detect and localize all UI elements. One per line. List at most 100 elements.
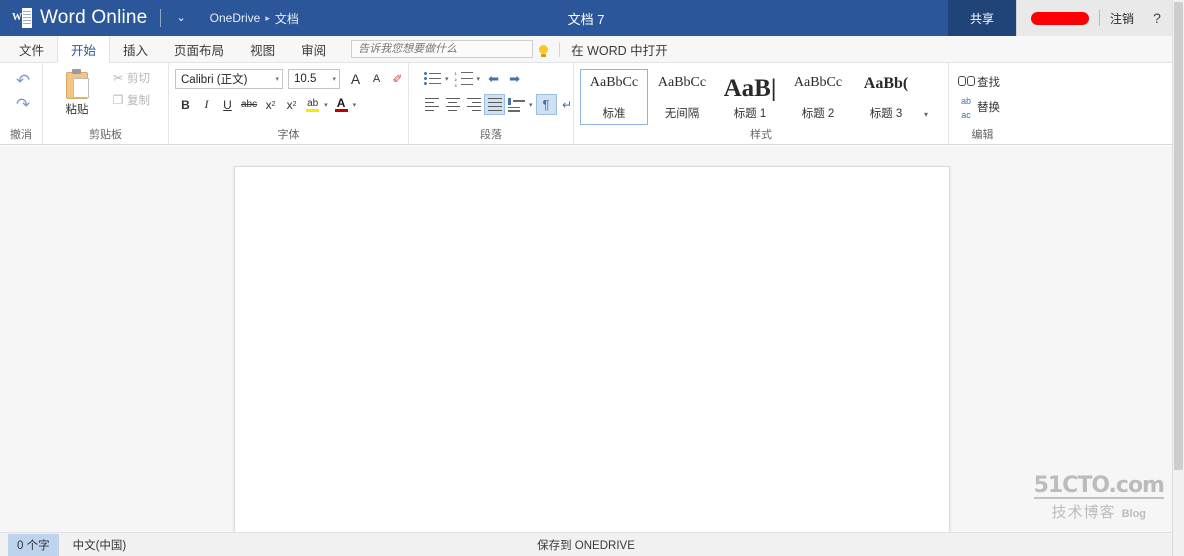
style-item-heading-1[interactable]: AaB| 标题 1 [716, 69, 784, 125]
status-bar: 保存到 ONEDRIVE 0 个字 中文(中国) [0, 532, 1172, 556]
redo-icon[interactable]: ↷ [10, 93, 36, 117]
paste-icon [64, 69, 90, 99]
clear-formatting-icon[interactable]: ✐ [387, 68, 408, 89]
style-item-heading-3[interactable]: AaBb( 标题 3 [852, 69, 920, 125]
brand-name: Word Online [40, 7, 148, 28]
undo-group-label: 撤消 [10, 129, 32, 141]
word-count[interactable]: 0 个字 [8, 533, 59, 556]
font-group-body: Calibri (正文) ▾ 10.5 ▾ A A ✐ B I U abc x … [175, 67, 403, 128]
save-status: 保存到 ONEDRIVE [537, 539, 635, 552]
tab-page-layout[interactable]: 页面布局 [161, 36, 237, 62]
browser-scrollbar[interactable] [1172, 0, 1184, 556]
undo-group-body: ↶ ↷ [6, 67, 36, 128]
tab-file[interactable]: 文件 [6, 36, 57, 62]
bullet-list-button[interactable] [421, 68, 444, 89]
find-button[interactable]: 查找 [955, 69, 1006, 94]
show-paragraph-marks-button[interactable]: ¶ [535, 94, 557, 115]
tell-me-input[interactable] [356, 42, 529, 56]
paragraph-group-label: 段落 [480, 129, 502, 141]
undo-redo-column: ↶ ↷ [6, 67, 40, 119]
paragraph-group-body: ▾ 123 ▾ ⬅ ➡ ▾ ¶ ↵ [415, 67, 572, 128]
font-name-select[interactable]: Calibri (正文) ▾ [175, 68, 283, 89]
align-center-button[interactable] [442, 94, 463, 115]
clipboard-group-body: 粘贴 ✂ 剪切 ❐ 复制 [49, 67, 162, 128]
bold-button[interactable]: B [175, 94, 196, 115]
strikethrough-button[interactable]: abc [238, 94, 260, 115]
font-color-button[interactable]: A [331, 94, 352, 115]
replace-button[interactable]: ab ac 替换 [955, 94, 1006, 119]
style-preview: AaBbCc [657, 76, 707, 90]
style-item-heading-2[interactable]: AaBbCc 标题 2 [784, 69, 852, 125]
chevron-down-icon[interactable]: ▾ [445, 75, 449, 83]
tab-home[interactable]: 开始 [57, 36, 111, 63]
paste-button[interactable]: 粘贴 [49, 67, 105, 117]
superscript-mark: 2 [292, 101, 297, 108]
chevron-down-icon[interactable]: ▾ [529, 101, 533, 109]
align-left-button[interactable] [421, 94, 442, 115]
breadcrumb-separator-icon: ▸ [265, 12, 270, 23]
chevron-down-icon[interactable]: ▾ [324, 101, 328, 109]
chevron-down-icon[interactable]: ▾ [477, 75, 481, 83]
style-item-normal[interactable]: AaBbCc 标准 [580, 69, 648, 125]
help-icon[interactable]: ? [1142, 0, 1172, 36]
font-name-value: Calibri (正文) [181, 73, 248, 86]
title-bar-right: 共享 注销 ? [947, 0, 1172, 36]
decrease-indent-icon[interactable]: ⬅ [483, 68, 504, 89]
align-justify-button[interactable] [484, 94, 505, 115]
highlight-button[interactable]: ab [302, 94, 323, 115]
subscript-button[interactable]: x2 [260, 94, 281, 115]
ribbon-group-editing: 查找 ab ac 替换 编辑 [948, 63, 1016, 144]
align-right-icon [466, 97, 481, 112]
ribbon: ↶ ↷ 撤消 粘贴 ✂ 剪切 ❐ 复制 剪贴板 Calibri (正文) ▾ 1… [0, 63, 1172, 145]
ribbon-group-paragraph: ▾ 123 ▾ ⬅ ➡ ▾ ¶ ↵ 段落 [408, 63, 573, 144]
account-strip: 注销 [1015, 0, 1142, 36]
tab-view[interactable]: 视图 [237, 36, 288, 62]
cut-button[interactable]: ✂ 剪切 [107, 67, 156, 89]
style-item-no-spacing[interactable]: AaBbCc 无间隔 [648, 69, 716, 125]
replace-icon: ab ac [960, 95, 971, 120]
open-in-word-link[interactable]: 在 WORD 中打开 [571, 40, 668, 59]
bullet-list-icon [424, 72, 441, 85]
styles-group-body: AaBbCc 标准 AaBbCc 无间隔 AaB| 标题 1 AaBbCc 标题… [580, 69, 942, 128]
font-row-1: Calibri (正文) ▾ 10.5 ▾ A A ✐ [175, 67, 408, 90]
cut-label: 剪切 [127, 73, 150, 85]
account-divider [1098, 10, 1100, 26]
grow-font-button[interactable]: A [345, 68, 366, 89]
numbered-list-button[interactable]: 123 [452, 68, 476, 89]
chevron-down-icon[interactable]: ⌄ [172, 11, 189, 26]
line-spacing-button[interactable] [505, 94, 528, 115]
numbered-list-icon: 123 [455, 71, 473, 88]
copy-button[interactable]: ❐ 复制 [107, 89, 156, 111]
breadcrumb-folder[interactable]: 文档 [275, 10, 299, 27]
font-size-value: 10.5 [294, 72, 317, 85]
superscript-button[interactable]: x2 [281, 94, 302, 115]
tab-insert[interactable]: 插入 [110, 36, 161, 62]
editing-group-body: 查找 ab ac 替换 [955, 67, 1010, 128]
italic-button[interactable]: I [196, 94, 217, 115]
styles-gallery: AaBbCc 标准 AaBbCc 无间隔 AaB| 标题 1 AaBbCc 标题… [580, 69, 931, 125]
word-logo-letter: W [12, 8, 22, 28]
brand-divider [160, 9, 162, 27]
tell-me-box[interactable] [351, 40, 534, 58]
brand-block: W Word Online ⌄ OneDrive ▸ 文档 [0, 0, 299, 36]
breadcrumb-root[interactable]: OneDrive [210, 11, 261, 25]
font-size-select[interactable]: 10.5 ▾ [288, 68, 340, 89]
align-right-button[interactable] [463, 94, 484, 115]
font-row-2: B I U abc x2 x2 ab ▾ A ▾ [175, 93, 408, 116]
undo-icon[interactable]: ↶ [10, 69, 36, 93]
share-button[interactable]: 共享 [947, 0, 1016, 36]
language-indicator[interactable]: 中文(中国) [73, 537, 127, 553]
signout-link[interactable]: 注销 [1110, 10, 1134, 27]
browser-scrollbar-thumb[interactable] [1174, 2, 1183, 470]
chevron-down-icon[interactable]: ▾ [353, 101, 357, 109]
document-page[interactable] [234, 166, 950, 532]
styles-more-chevron-down-icon[interactable]: ▾ [920, 110, 931, 125]
shrink-font-button[interactable]: A [366, 68, 387, 89]
style-name: 标准 [602, 108, 626, 120]
increase-indent-icon[interactable]: ➡ [504, 68, 525, 89]
underline-button[interactable]: U [217, 94, 238, 115]
paste-label: 粘贴 [65, 104, 89, 116]
ribbon-group-clipboard: 粘贴 ✂ 剪切 ❐ 复制 剪贴板 [42, 63, 168, 144]
chevron-down-icon: ▾ [332, 75, 336, 83]
tab-review[interactable]: 审阅 [288, 36, 339, 62]
